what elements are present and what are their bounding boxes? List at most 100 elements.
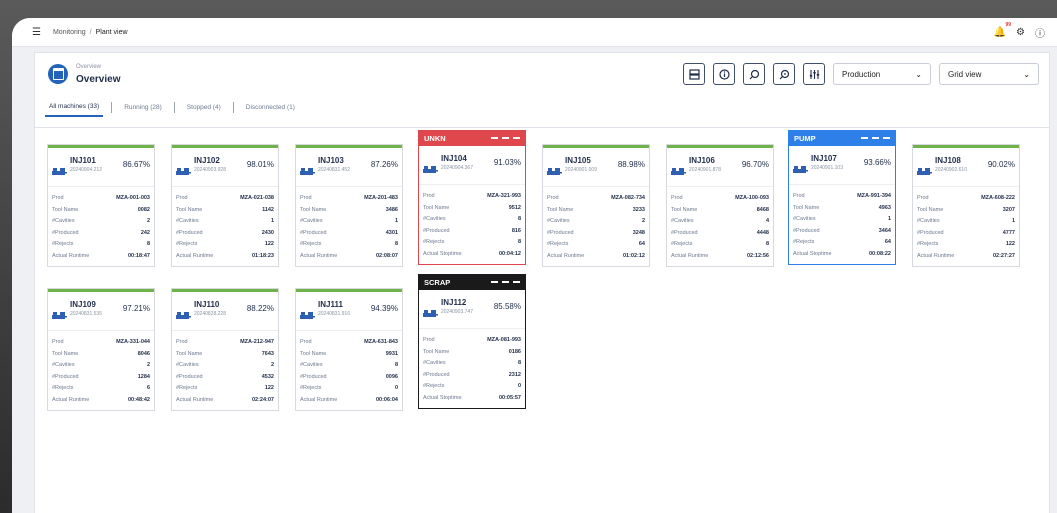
cavities-row: #Cavities 1 xyxy=(300,216,398,228)
machine-stats: Prod MZA-021-038 Tool Name 1142 #Cavities 1 #P… xyxy=(172,186,278,266)
machine-grid: INJ101 20240904.212 86.67% Prod MZA-001-003 T… xyxy=(34,127,1050,513)
help-icon[interactable]: ⓘ xyxy=(1035,25,1045,40)
stat-value: 1 xyxy=(270,218,274,224)
stat-label: #Cavities xyxy=(176,362,199,368)
tab-running[interactable]: Running (28) xyxy=(120,97,166,117)
time-row: Actual Runtime 01:18:23 xyxy=(176,251,274,263)
tab-stopped[interactable]: Stopped (4) xyxy=(183,97,225,117)
breadcrumb-root[interactable]: Monitoring xyxy=(53,29,86,36)
machine-card-header: INJ105 20240901.009 88.98% xyxy=(543,148,649,186)
machine-card[interactable]: INJ102 20240903.928 98.01% Prod MZA-021-038 T… xyxy=(171,144,279,267)
stat-label: Prod xyxy=(793,193,805,199)
notifications-button[interactable]: 🔔 99 xyxy=(994,22,1011,38)
hamburger-menu-icon[interactable]: ☰ xyxy=(32,27,41,38)
stat-label: #Cavities xyxy=(917,218,940,224)
stat-value: 0096 xyxy=(385,373,398,380)
stat-value: 8 xyxy=(765,241,769,247)
stat-label: #Produced xyxy=(176,229,203,236)
status-dashes-icon xyxy=(491,137,520,139)
tool-name-row: Tool Name 4963 xyxy=(793,203,891,215)
stat-label: Actual Runtime xyxy=(547,252,585,259)
stat-value: 816 xyxy=(511,227,521,234)
stat-value: 242 xyxy=(140,229,150,236)
stat-label: Tool Name xyxy=(423,204,450,211)
stat-value: 7643 xyxy=(261,350,274,357)
info-button[interactable] xyxy=(713,63,735,85)
machine-card[interactable]: INJ103 20240831.452 87.26% Prod MZA-201-483 T… xyxy=(295,144,403,267)
zoom-button[interactable] xyxy=(773,63,795,85)
rows-icon xyxy=(688,68,700,80)
prod-row: Prod MZA-082-734 xyxy=(547,193,645,205)
filter-button[interactable] xyxy=(803,63,825,85)
settings-gear-icon[interactable]: ⚙ xyxy=(1016,27,1025,38)
stat-value: MZA-608-222 xyxy=(981,195,1015,201)
stat-label: Tool Name xyxy=(176,206,203,213)
stat-label: Actual Runtime xyxy=(671,252,709,259)
machine-batch-id: 20240828.228 xyxy=(194,311,226,317)
machine-efficiency: 87.26% xyxy=(370,160,398,169)
machine-card[interactable]: INJ106 20240901.878 96.70% Prod MZA-100-093 T… xyxy=(666,144,774,267)
machine-card[interactable]: INJ105 20240901.009 88.98% Prod MZA-082-734 T… xyxy=(542,144,650,267)
overview-header: Overview Overview Production ⌄ Grid view… xyxy=(34,52,1050,127)
stat-label: #Produced xyxy=(423,371,450,378)
layout-rows-button[interactable] xyxy=(683,63,705,85)
tool-name-row: Tool Name 3486 xyxy=(300,205,398,217)
stat-value: 0186 xyxy=(508,348,521,355)
prod-row: Prod MZA-201-483 xyxy=(300,193,398,205)
stat-label: #Produced xyxy=(52,229,79,236)
cavities-row: #Cavities 1 xyxy=(917,216,1015,228)
machine-card[interactable]: UNKN INJ104 20240904.367 91.03% Prod MZA-321-… xyxy=(418,130,526,265)
stat-value: 1 xyxy=(887,216,891,222)
machine-name: INJ112 xyxy=(441,298,467,307)
stat-label: #Rejects xyxy=(423,383,445,389)
time-row: Actual Runtime 00:48:42 xyxy=(52,395,150,407)
stat-value: MZA-021-038 xyxy=(240,195,274,201)
stat-label: #Cavities xyxy=(300,362,323,368)
stat-value: 3464 xyxy=(878,227,891,234)
machine-card[interactable]: INJ111 20240831.916 94.39% Prod MZA-631-843 T… xyxy=(295,288,403,411)
machine-stats: Prod MZA-082-734 Tool Name 3233 #Cavities 2 #P… xyxy=(543,186,649,266)
view-mode-select[interactable]: Grid view ⌄ xyxy=(939,63,1039,85)
produced-row: #Produced 4448 xyxy=(671,228,769,240)
stat-value: 8 xyxy=(394,362,398,368)
machine-card-header: INJ111 20240831.916 94.39% xyxy=(296,292,402,330)
stat-value: 01:02:12 xyxy=(622,252,645,259)
stat-label: Prod xyxy=(52,195,64,201)
machine-card-header: INJ109 20240831.535 97.21% xyxy=(48,292,154,330)
stat-value: 8 xyxy=(517,360,521,366)
machine-batch-id: 20240903.747 xyxy=(441,309,473,315)
machine-card[interactable]: SCRAP INJ112 20240903.747 85.58% Prod MZA-081… xyxy=(418,274,526,409)
stat-value: 0082 xyxy=(137,206,150,213)
stat-value: 00:18:47 xyxy=(127,252,150,259)
machine-card[interactable]: INJ110 20240828.228 88.22% Prod MZA-212-947 T… xyxy=(171,288,279,411)
machine-efficiency: 90.02% xyxy=(987,160,1015,169)
production-select[interactable]: Production ⌄ xyxy=(833,63,931,85)
machine-batch-id: 20240831.916 xyxy=(318,311,350,317)
stat-value: 8 xyxy=(517,239,521,245)
produced-row: #Produced 1284 xyxy=(52,372,150,384)
header-subtitle: Overview xyxy=(76,64,102,70)
machine-efficiency: 96.70% xyxy=(741,160,769,169)
machine-card[interactable]: PUMP INJ107 20240901.103 93.66% Prod MZA-991-… xyxy=(788,130,896,265)
machine-name: INJ105 xyxy=(565,156,591,165)
toolbar: Production ⌄ Grid view ⌄ xyxy=(683,63,1039,85)
stat-value: 02:12:56 xyxy=(746,252,769,259)
machine-name: INJ110 xyxy=(194,300,220,309)
tab-disconnected[interactable]: Disconnected (1) xyxy=(242,97,299,117)
search-button[interactable] xyxy=(743,63,765,85)
stat-label: Prod xyxy=(176,339,188,345)
injection-machine-icon xyxy=(300,163,315,175)
injection-machine-icon xyxy=(671,163,686,175)
machine-status-label: PUMP xyxy=(794,133,816,143)
time-row: Actual Stoptime 00:05:57 xyxy=(423,393,521,405)
stat-label: Actual Stoptime xyxy=(423,394,462,401)
tool-name-row: Tool Name 8468 xyxy=(671,205,769,217)
cavities-row: #Cavities 1 xyxy=(176,216,274,228)
machine-card[interactable]: INJ109 20240831.535 97.21% Prod MZA-331-044 T… xyxy=(47,288,155,411)
tab-divider xyxy=(232,101,234,113)
machine-card[interactable]: INJ108 20240902.610 90.02% Prod MZA-608-222 T… xyxy=(912,144,1020,267)
machine-name: INJ111 xyxy=(318,300,343,309)
tab-all-machines[interactable]: All machines (33) xyxy=(45,97,104,117)
machine-card[interactable]: INJ101 20240904.212 86.67% Prod MZA-001-003 T… xyxy=(47,144,155,267)
stat-value: 4 xyxy=(765,218,769,224)
